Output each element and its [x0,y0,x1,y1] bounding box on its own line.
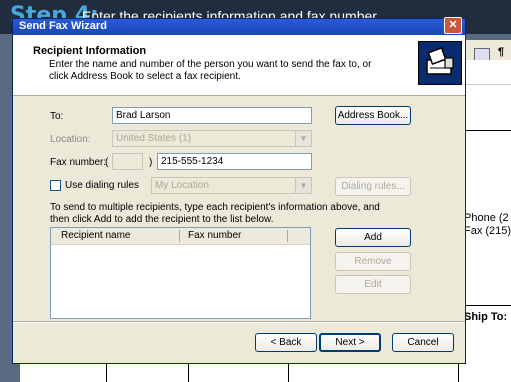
location-select[interactable]: United States (1) ▼ [112,130,312,147]
dialing-location-select[interactable]: My Location ▼ [151,177,312,194]
recipient-list[interactable]: Recipient name Fax number [50,227,311,319]
dialing-location-value: My Location [155,180,209,191]
use-dialing-rules-checkbox[interactable] [50,180,61,191]
paren-close: ) [149,157,153,168]
edit-button[interactable]: Edit [335,275,411,294]
table-border [462,305,511,306]
column-fax-number[interactable]: Fax number [188,230,241,241]
use-dialing-rules-label: Use dialing rules [65,180,139,191]
dialog-titlebar[interactable]: Send Fax Wizard ✕ [13,17,465,35]
cancel-button[interactable]: Cancel [392,333,454,352]
column-recipient-name[interactable]: Recipient name [61,230,130,241]
back-button[interactable]: < Back [255,333,317,352]
location-label: Location: [50,134,91,145]
dropdown-arrow-icon: ▼ [295,178,311,193]
ship-to-text: Ship To: [464,311,508,323]
recipient-list-header: Recipient name Fax number [51,228,310,245]
pilcrow-icon[interactable]: ¶ [498,46,504,58]
dropdown-arrow-icon: ▼ [295,131,311,146]
fax-text: Fax (215) [464,225,511,237]
header-title: Recipient Information [33,45,147,57]
background-document-bottom [20,362,511,382]
address-book-button[interactable]: Address Book... [335,106,411,125]
footer-separator [13,321,465,323]
to-input[interactable]: Brad Larson [112,107,312,124]
paren-open: ( [105,157,109,168]
ruler [462,70,511,85]
multi-recipient-instructions: To send to multiple recipients, type eac… [50,202,380,225]
phone-text: Phone (2 [464,212,509,224]
send-fax-wizard-dialog: Send Fax Wizard ✕ Recipient Information … [12,17,466,364]
dialing-rules-button[interactable]: Dialing rules... [335,177,411,196]
location-value: United States (1) [116,133,192,144]
dialog-title: Send Fax Wizard [19,20,107,32]
table-border [462,130,511,131]
next-button[interactable]: Next > [319,333,381,352]
add-button[interactable]: Add [335,228,411,247]
fax-machine-icon [418,41,462,85]
fax-number-input[interactable]: 215-555-1234 [157,153,312,170]
to-label: To: [50,111,64,122]
close-icon[interactable]: ✕ [444,17,462,34]
fax-number-label: Fax number: [50,157,107,168]
remove-button[interactable]: Remove [335,252,411,271]
wizard-header: Recipient Information Enter the name and… [13,35,465,96]
header-description: Enter the name and number of the person … [49,59,372,82]
area-code-input[interactable] [112,153,143,170]
